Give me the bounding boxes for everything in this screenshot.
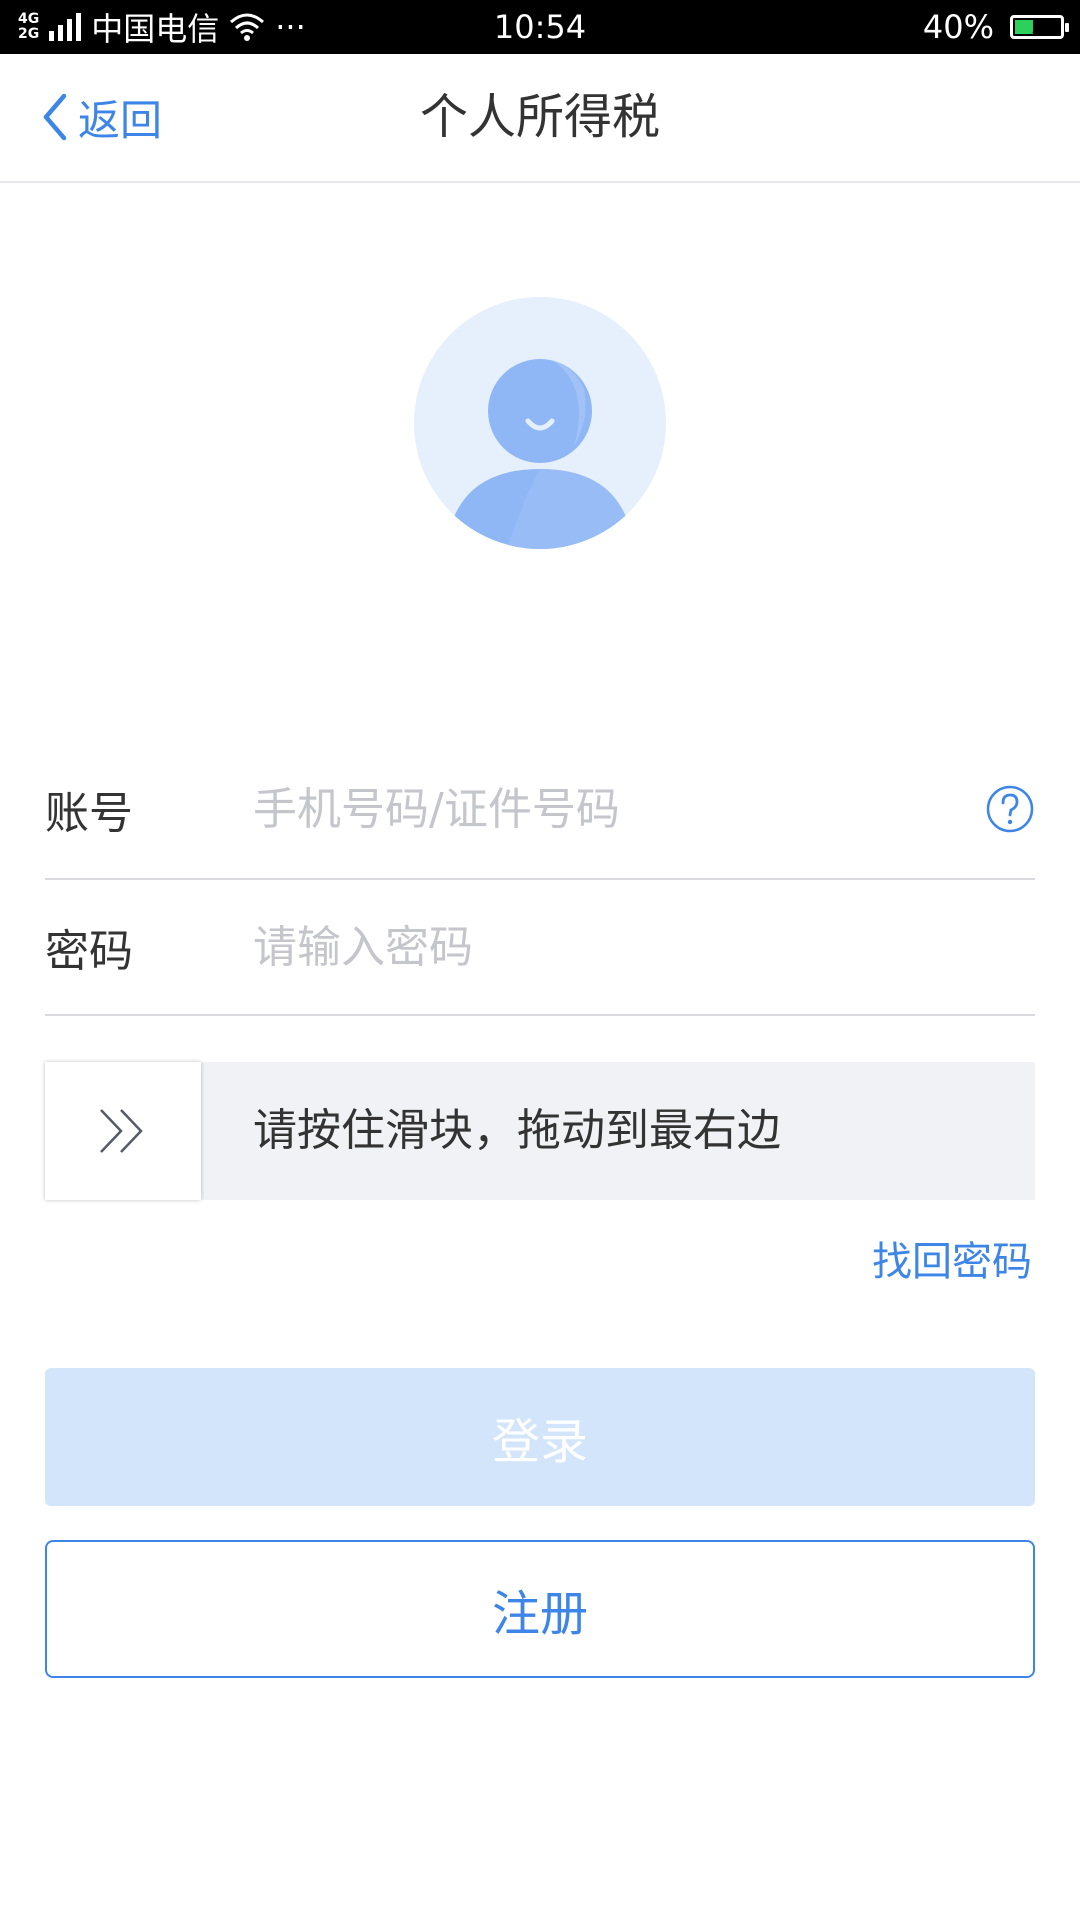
battery-icon: ⚡ <box>1010 14 1069 39</box>
avatar <box>414 297 666 549</box>
double-chevron-right-icon <box>100 1109 143 1153</box>
slider-hint: 请按住滑块，拖动到最右边 <box>253 1105 781 1156</box>
slider-handle[interactable] <box>45 1062 201 1200</box>
password-row: 密码 <box>45 880 1035 1016</box>
forgot-password-link[interactable]: 找回密码 <box>872 1232 1032 1292</box>
login-button[interactable]: 登录 <box>45 1368 1035 1506</box>
status-time: 10:54 <box>493 8 587 46</box>
account-row: 账号 <box>45 740 1035 880</box>
register-button[interactable]: 注册 <box>45 1540 1035 1678</box>
help-icon[interactable] <box>985 784 1035 834</box>
nav-bar: 返回 个人所得税 <box>0 54 1080 183</box>
status-right: 40% ⚡ <box>922 0 1069 54</box>
charging-icon: ⚡ <box>1029 14 1045 38</box>
account-label: 账号 <box>45 788 133 839</box>
account-input[interactable] <box>253 740 903 878</box>
status-bar: 4G 2G 中国电信 ··· 10:54 40% ⚡ <box>0 0 1080 54</box>
password-input[interactable] <box>253 880 903 1014</box>
slider-captcha: 请按住滑块，拖动到最右边 <box>45 1062 1035 1200</box>
battery-percent: 40% <box>922 8 994 46</box>
password-label: 密码 <box>45 926 133 977</box>
page-title: 个人所得税 <box>419 89 660 145</box>
